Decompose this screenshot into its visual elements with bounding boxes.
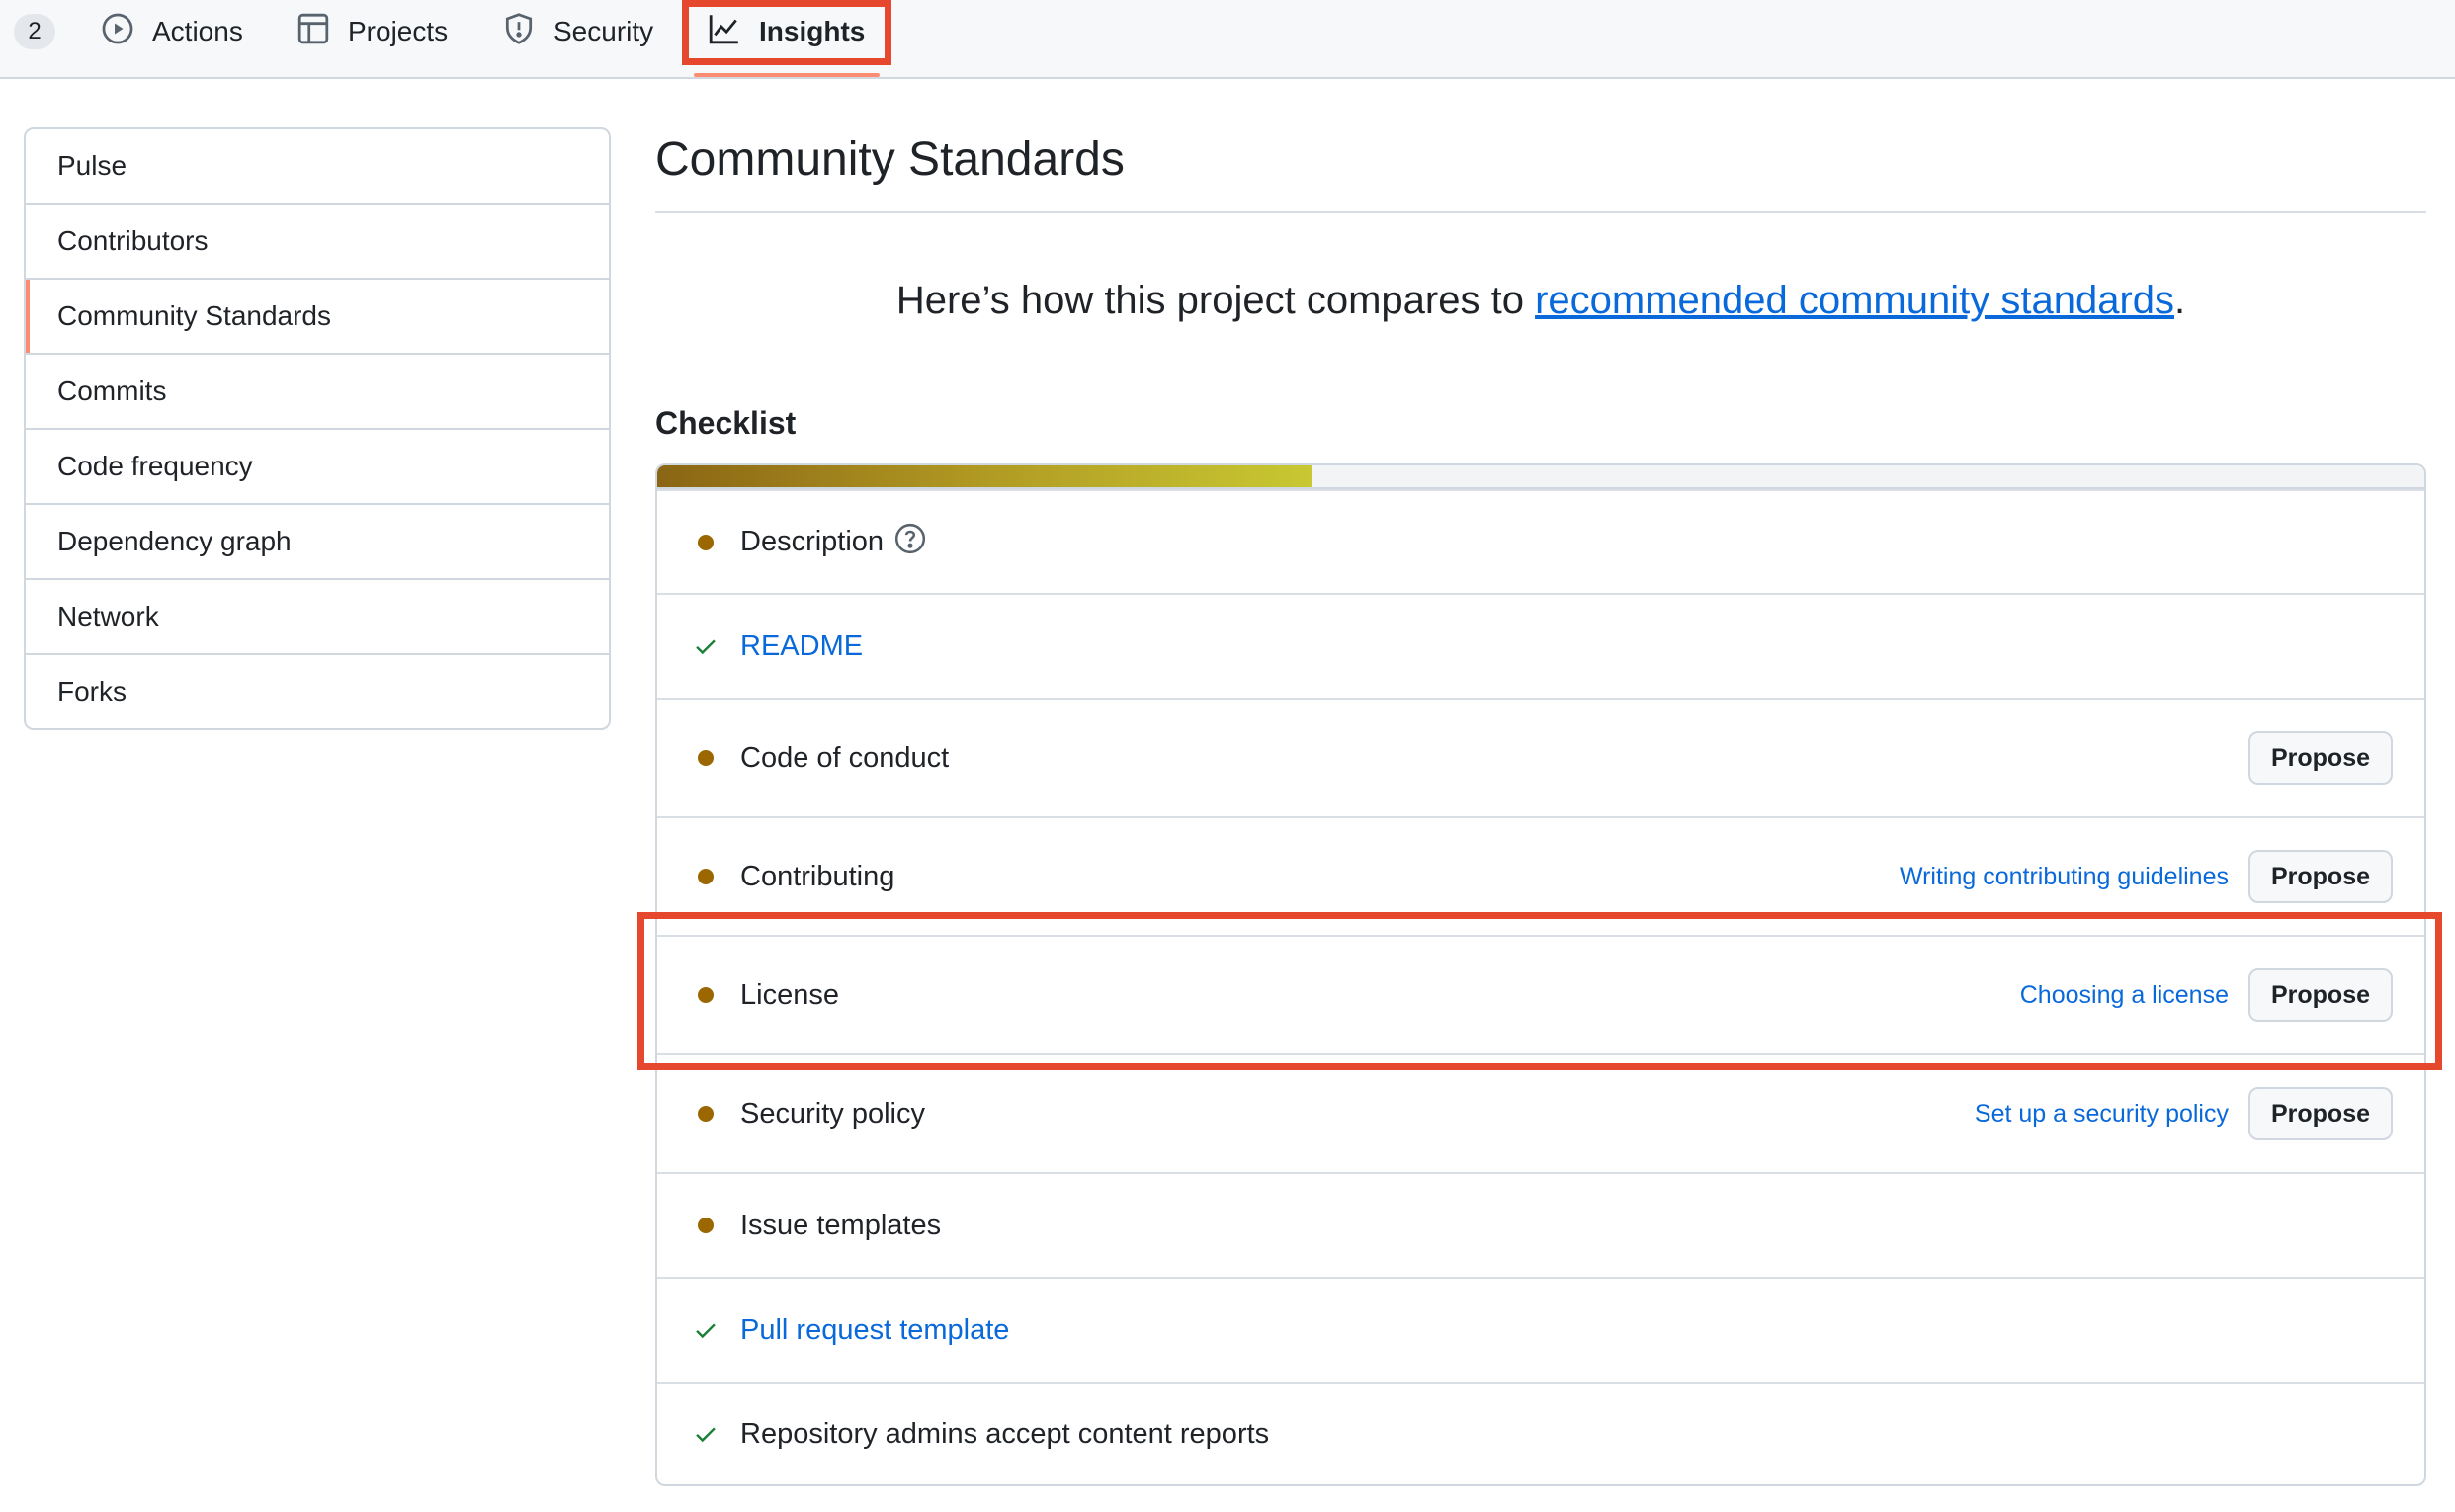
intro-prefix: Here’s how this project compares to: [895, 279, 1536, 322]
propose-code-of-conduct-button[interactable]: Propose: [2248, 731, 2393, 785]
tab-projects[interactable]: Projects: [296, 0, 448, 63]
propose-security-policy-button[interactable]: Propose: [2248, 1087, 2393, 1140]
missing-dot: [693, 750, 719, 766]
progress-fill: [657, 465, 1312, 487]
tab-label: Actions: [152, 16, 243, 46]
missing-dot: [693, 1218, 719, 1233]
checklist-progress-bar: [657, 465, 2424, 489]
checklist-heading: Checklist: [655, 405, 797, 441]
row-label: Code of conduct: [740, 741, 950, 774]
row-label: Contributing: [740, 860, 895, 892]
checklist-row-content-reports: Repository admins accept content reports: [657, 1382, 2424, 1484]
row-label: Issue templates: [740, 1209, 942, 1241]
sidebar-item-community-standards[interactable]: Community Standards: [26, 278, 609, 353]
sidebar-item-contributors[interactable]: Contributors: [26, 203, 609, 278]
graph-icon: [708, 12, 741, 52]
missing-dot: [693, 1106, 719, 1122]
sidebar-item-commits[interactable]: Commits: [26, 353, 609, 428]
repo-tab-bar: 2 Actions Projects Security Insights: [0, 0, 2455, 79]
checklist-row-issue-templates: Issue templates: [657, 1172, 2424, 1277]
contributing-guidelines-link[interactable]: Writing contributing guidelines: [1900, 863, 2229, 891]
insights-sidebar: Pulse Contributors Community Standards C…: [24, 127, 611, 730]
row-label: License: [740, 978, 839, 1011]
security-policy-link[interactable]: Set up a security policy: [1975, 1100, 2229, 1129]
checklist-row-description: Description: [657, 489, 2424, 593]
question-circle-icon[interactable]: [893, 522, 927, 563]
tab-label: Insights: [759, 16, 866, 46]
shield-icon: [502, 12, 536, 52]
intro-suffix: .: [2174, 279, 2186, 322]
checklist-row-security-policy: Security policy Set up a security policy…: [657, 1053, 2424, 1172]
recommended-standards-link[interactable]: recommended community standards: [1535, 279, 2174, 322]
counter-badge: 2: [14, 14, 55, 49]
tab-actions[interactable]: Actions: [101, 0, 243, 63]
check-icon: [693, 1419, 719, 1449]
sidebar-item-network[interactable]: Network: [26, 578, 609, 653]
missing-dot: [693, 987, 719, 1003]
tab-insights[interactable]: Insights: [708, 0, 865, 63]
readme-link[interactable]: README: [740, 630, 863, 663]
table-icon: [296, 12, 330, 52]
checklist-panel: Description README Code of conduct Propo…: [655, 463, 2426, 1486]
missing-dot: [693, 869, 719, 884]
checklist-row-pull-request-template: Pull request template: [657, 1277, 2424, 1382]
check-icon: [693, 631, 719, 661]
checklist-row-readme: README: [657, 593, 2424, 698]
pull-request-template-link[interactable]: Pull request template: [740, 1314, 1009, 1347]
tab-security[interactable]: Security: [502, 0, 653, 63]
page-title: Community Standards: [655, 133, 1125, 186]
propose-contributing-button[interactable]: Propose: [2248, 850, 2393, 903]
row-label: Security policy: [740, 1097, 925, 1130]
propose-license-button[interactable]: Propose: [2248, 968, 2393, 1022]
sidebar-item-pulse[interactable]: Pulse: [26, 129, 609, 203]
checklist-row-code-of-conduct: Code of conduct Propose: [657, 698, 2424, 816]
intro-text: Here’s how this project compares to reco…: [655, 279, 2426, 323]
tab-label: Projects: [348, 16, 449, 46]
sidebar-item-forks[interactable]: Forks: [26, 653, 609, 728]
missing-dot: [693, 534, 719, 550]
tab-label: Security: [553, 16, 654, 46]
active-tab-underline: [694, 73, 880, 77]
checklist-row-contributing: Contributing Writing contributing guidel…: [657, 816, 2424, 935]
choosing-license-link[interactable]: Choosing a license: [2020, 981, 2229, 1010]
play-circle-icon: [101, 12, 134, 52]
title-divider: [655, 211, 2426, 213]
checklist-row-license: License Choosing a license Propose: [657, 935, 2424, 1053]
check-icon: [693, 1315, 719, 1345]
row-label: Description: [740, 526, 885, 557]
sidebar-item-code-frequency[interactable]: Code frequency: [26, 428, 609, 503]
row-label: Repository admins accept content reports: [740, 1417, 1270, 1450]
sidebar-item-dependency-graph[interactable]: Dependency graph: [26, 503, 609, 578]
